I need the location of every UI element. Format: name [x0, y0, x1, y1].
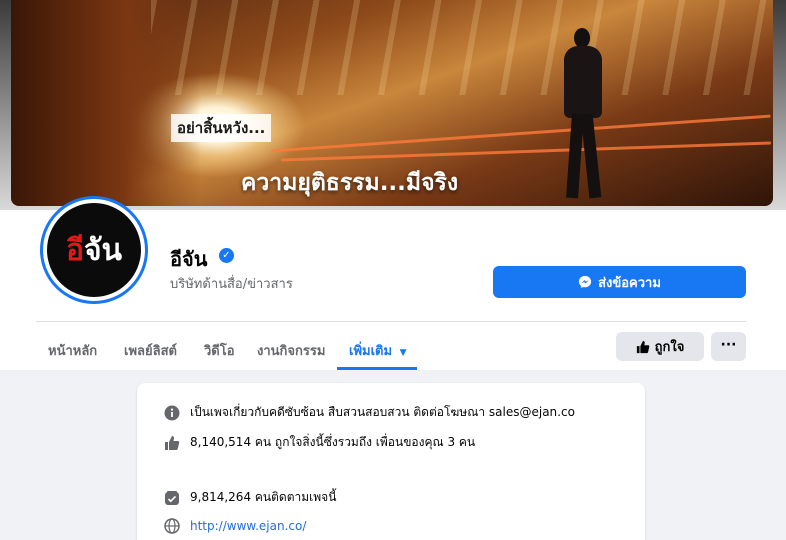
tab-more[interactable]: เพิ่มเติม ▼	[349, 340, 407, 361]
avatar-logo: อี จัน	[47, 203, 141, 297]
caret-down-icon: ▼	[399, 348, 407, 358]
follow-check-icon	[163, 489, 180, 506]
thumbs-up-icon	[163, 434, 180, 451]
avatar-logo-red-text: อี	[65, 232, 84, 268]
tab-videos[interactable]: วิดีโอ	[204, 340, 235, 361]
cover-photo[interactable]: อย่าสิ้นหวัง... ความยุติธรรม...มีจริง	[11, 0, 773, 206]
about-description: เป็นเพจเกี่ยวกับคดีซับซ้อน สืบสวนสอบสวน …	[190, 405, 575, 419]
header-divider	[36, 321, 746, 322]
cover-tagline: อย่าสิ้นหวัง...	[171, 114, 272, 142]
tab-events[interactable]: งานกิจกรรม	[257, 340, 325, 361]
about-likes-row: 8,140,514 คน ถูกใจสิ่งนี้ซึ่งรวมถึง เพื่…	[163, 433, 475, 452]
cover-headline: ความยุติธรรม...มีจริง	[241, 170, 459, 196]
verified-badge-icon: ✓	[219, 248, 234, 263]
messenger-icon	[578, 275, 592, 289]
cover-walking-man	[559, 28, 605, 200]
avatar-logo-white-text: จัน	[83, 232, 123, 268]
about-card: เป็นเพจเกี่ยวกับคดีซับซ้อน สืบสวนสอบสวน …	[137, 383, 645, 540]
tab-home[interactable]: หน้าหลัก	[48, 340, 97, 361]
about-website-row: http://www.ejan.co/	[163, 517, 306, 534]
like-label: ถูกใจ	[654, 340, 685, 355]
about-followers: 9,814,264 คนติดตามเพจนี้	[190, 490, 337, 504]
send-message-label: ส่งข้อความ	[598, 275, 661, 291]
cover-tunnel-lights	[151, 0, 773, 95]
website-link[interactable]: http://www.ejan.co/	[190, 519, 306, 533]
tab-playlists[interactable]: เพลย์ลิสต์	[124, 340, 177, 361]
page-title: อีจัน	[170, 247, 208, 271]
send-message-button[interactable]: ส่งข้อความ	[493, 266, 746, 298]
about-description-row: เป็นเพจเกี่ยวกับคดีซับซ้อน สืบสวนสอบสวน …	[163, 403, 575, 422]
page-avatar[interactable]: อี จัน	[40, 196, 148, 304]
info-icon	[163, 404, 180, 421]
active-tab-indicator	[337, 367, 417, 370]
like-page-button[interactable]: ถูกใจ	[616, 332, 704, 361]
more-options-button[interactable]: ···	[711, 332, 746, 361]
thumbs-up-icon	[636, 340, 649, 353]
page-category[interactable]: บริษัทด้านสื่อ/ข่าวสาร	[170, 273, 293, 294]
tab-more-label: เพิ่มเติม	[349, 344, 393, 359]
globe-icon	[163, 517, 180, 534]
about-likes: 8,140,514 คน ถูกใจสิ่งนี้ซึ่งรวมถึง เพื่…	[190, 435, 476, 449]
about-followers-row: 9,814,264 คนติดตามเพจนี้	[163, 488, 336, 507]
